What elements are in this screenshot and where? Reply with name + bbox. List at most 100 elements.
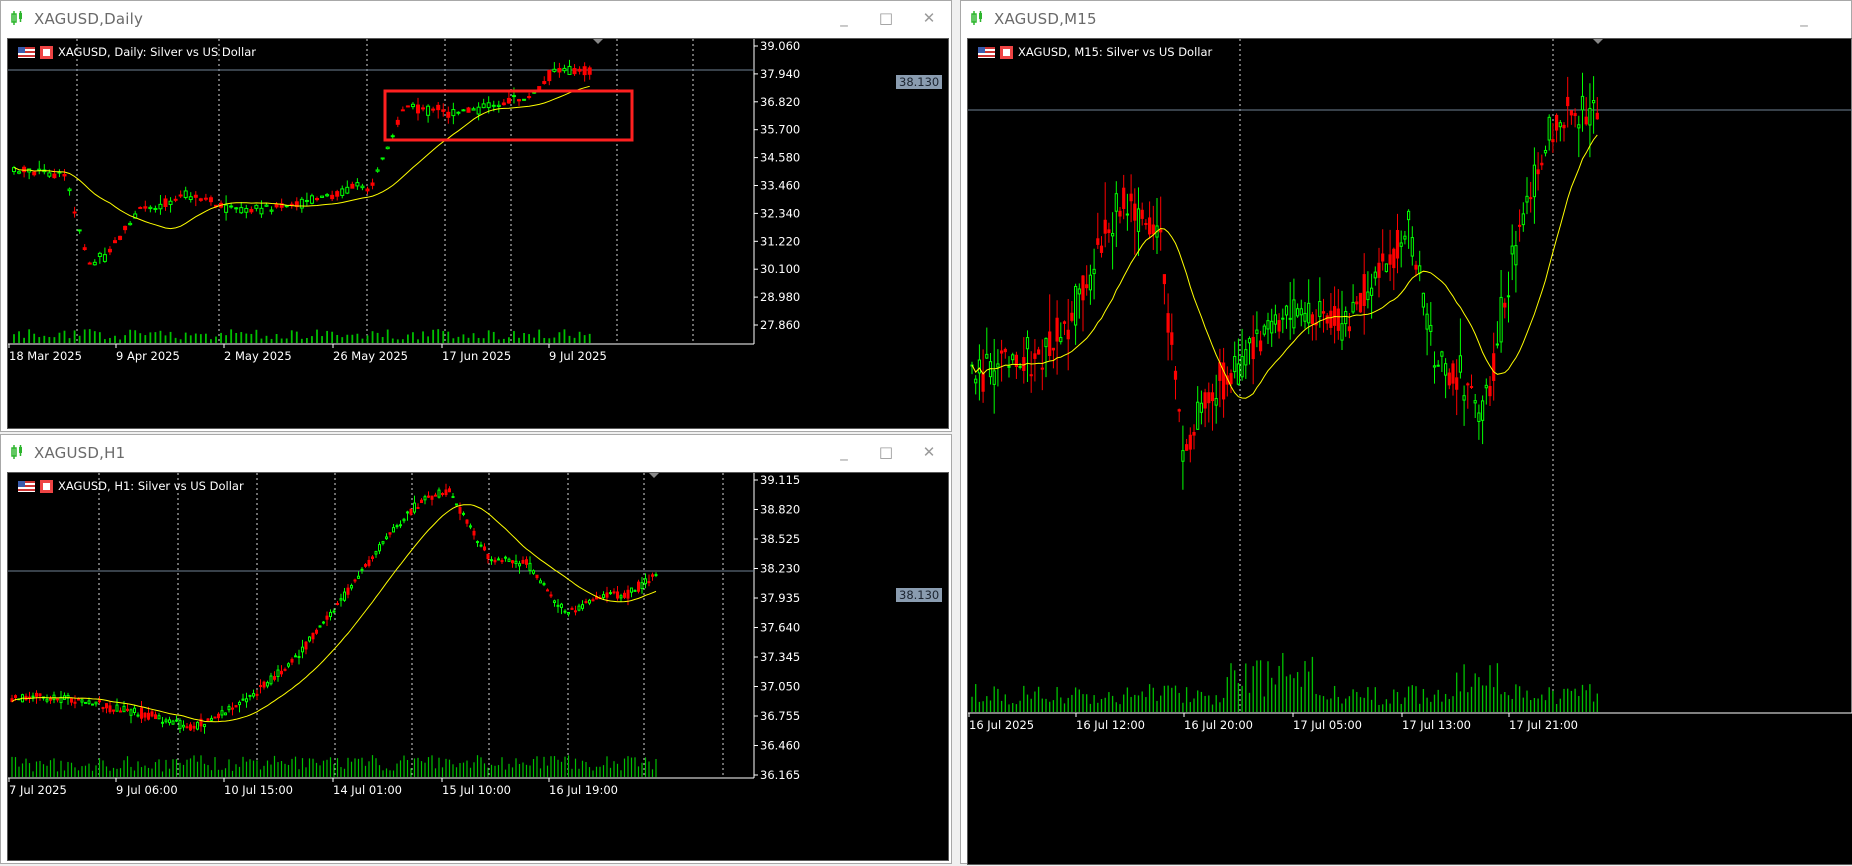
candle-body bbox=[1473, 400, 1477, 404]
chart-shift-marker bbox=[1593, 39, 1603, 44]
candle-body bbox=[556, 604, 560, 607]
candle-body bbox=[213, 716, 217, 719]
chart-canvas-m15[interactable]: 16 Jul 2025 16 Jul 12:00 16 Jul 20:00 17 Ju… bbox=[968, 39, 1852, 866]
us-flag-icon bbox=[978, 46, 995, 58]
candle-body bbox=[318, 625, 322, 628]
candle-body bbox=[996, 363, 1000, 368]
candle-body bbox=[56, 698, 59, 701]
candle-body bbox=[360, 185, 365, 189]
candle-body bbox=[276, 669, 280, 677]
candle-body bbox=[1540, 162, 1544, 166]
titlebar-m15[interactable]: XAGUSD,M15 _ bbox=[961, 1, 1851, 36]
minimize-button[interactable]: _ bbox=[835, 443, 853, 461]
candle-body bbox=[1532, 164, 1536, 198]
candle-body bbox=[528, 562, 532, 571]
candle-body bbox=[294, 655, 297, 658]
candle-body bbox=[465, 519, 469, 524]
titlebar-h1[interactable]: XAGUSD,H1 _ □ ✕ bbox=[1, 435, 951, 470]
candle-body bbox=[409, 508, 413, 515]
candle-body bbox=[557, 67, 562, 73]
candle-body bbox=[567, 612, 570, 615]
chart-canvas-h1[interactable]: 39.115 38.820 38.525 38.230 37.935 37.640 37.3… bbox=[8, 473, 950, 862]
chart-h1[interactable]: 39.115 38.820 38.525 38.230 37.935 37.640 37.3… bbox=[7, 472, 949, 861]
candle-body bbox=[1488, 385, 1492, 397]
candle-body bbox=[192, 725, 196, 729]
candle-body bbox=[448, 488, 451, 493]
candle-body bbox=[1384, 263, 1388, 273]
candle-body bbox=[1447, 372, 1451, 386]
candle-body bbox=[1144, 222, 1148, 225]
candle-body bbox=[280, 670, 283, 675]
maximize-button[interactable]: □ bbox=[877, 443, 895, 461]
window-daily[interactable]: XAGUSD,Daily _ □ ✕ 39.060 37.940 36.820 35.… bbox=[0, 0, 952, 432]
candle-body bbox=[1395, 229, 1400, 259]
candle-body bbox=[210, 717, 213, 721]
candle-body bbox=[38, 693, 42, 697]
chart-canvas-daily[interactable]: 39.060 37.940 36.820 35.700 34.580 33.460 32.3… bbox=[8, 39, 950, 430]
candle-body bbox=[123, 225, 128, 231]
candle-body bbox=[1088, 274, 1093, 291]
candle-body bbox=[138, 206, 143, 209]
candle-body bbox=[140, 707, 143, 719]
candle-body bbox=[1503, 302, 1507, 308]
candle-body bbox=[644, 578, 647, 585]
price-tick-label: 38.525 bbox=[760, 532, 800, 546]
candle-body bbox=[623, 592, 626, 598]
candle-body bbox=[436, 104, 441, 111]
candle-body bbox=[552, 68, 557, 72]
time-tick-label: 16 Jul 19:00 bbox=[549, 783, 618, 797]
candle-body bbox=[309, 195, 314, 204]
candle-body bbox=[553, 600, 556, 604]
price-tick-label: 36.165 bbox=[760, 768, 800, 782]
candle-body bbox=[525, 559, 528, 565]
candle-body bbox=[128, 222, 133, 226]
candle-body bbox=[1173, 370, 1178, 380]
minimize-button[interactable]: _ bbox=[835, 9, 853, 27]
candle-body bbox=[1159, 229, 1163, 233]
candle-body bbox=[217, 713, 220, 719]
candle-body bbox=[506, 97, 511, 104]
candle-body bbox=[339, 598, 343, 601]
candle-body bbox=[220, 710, 224, 716]
candle-body bbox=[239, 207, 244, 214]
candle-body bbox=[1203, 392, 1207, 409]
candle-body bbox=[1432, 365, 1437, 368]
candle-body bbox=[612, 591, 616, 594]
candle-body bbox=[98, 700, 101, 703]
close-button[interactable]: ✕ bbox=[920, 9, 938, 27]
price-tick-label: 38.820 bbox=[760, 503, 800, 517]
candle-body bbox=[1022, 357, 1026, 372]
candle-body bbox=[1251, 336, 1255, 360]
candle-body bbox=[1000, 350, 1004, 354]
candle-body bbox=[129, 709, 133, 716]
candle-body bbox=[47, 172, 52, 177]
window-m15[interactable]: XAGUSD,M15 _ 16 Jul 2025 16 Jul 12:00 16 J… bbox=[960, 0, 1852, 865]
candle-body bbox=[1303, 312, 1307, 322]
candle-body bbox=[577, 68, 582, 72]
candle-body bbox=[476, 541, 479, 544]
candle-body bbox=[1085, 284, 1089, 289]
candle-body bbox=[1177, 409, 1181, 412]
candle-body bbox=[437, 489, 441, 498]
chart-m15[interactable]: 16 Jul 2025 16 Jul 12:00 16 Jul 20:00 17 Ju… bbox=[967, 38, 1852, 865]
candle-body bbox=[82, 247, 87, 250]
candle-body bbox=[974, 378, 978, 384]
candle-body bbox=[1207, 392, 1211, 404]
maximize-button[interactable]: □ bbox=[877, 9, 895, 27]
candle-body bbox=[360, 568, 364, 571]
close-button[interactable]: ✕ bbox=[920, 443, 938, 461]
window-h1[interactable]: XAGUSD,H1 _ □ ✕ 39.115 38.820 38.525 38.230… bbox=[0, 434, 952, 864]
candle-body bbox=[183, 190, 188, 198]
candle-body bbox=[147, 712, 150, 720]
candle-body bbox=[1066, 329, 1070, 340]
time-tick-label: 17 Jul 05:00 bbox=[1293, 718, 1362, 732]
chart-daily[interactable]: 39.060 37.940 36.820 35.700 34.580 33.460 32.3… bbox=[7, 38, 949, 429]
candle-body bbox=[259, 207, 264, 215]
minimize-button[interactable]: _ bbox=[1795, 9, 1813, 27]
candle-body bbox=[1259, 340, 1263, 352]
candle-body bbox=[1210, 392, 1215, 402]
candle-body bbox=[582, 66, 587, 76]
candle-body bbox=[274, 203, 279, 208]
titlebar-daily[interactable]: XAGUSD,Daily _ □ ✕ bbox=[1, 1, 951, 36]
candle-body bbox=[157, 715, 161, 720]
